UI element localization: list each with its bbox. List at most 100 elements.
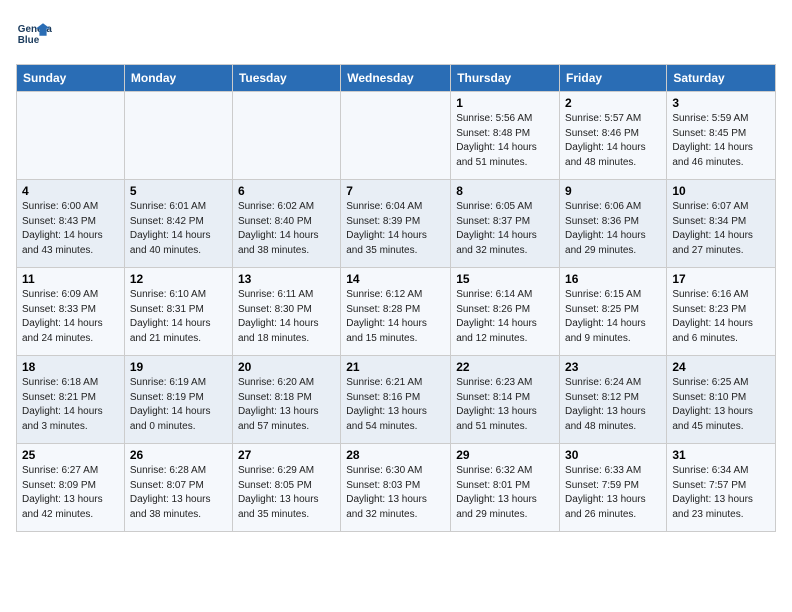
calendar-cell: 30 Sunrise: 6:33 AM Sunset: 7:59 PM Dayli… [560,444,667,532]
day-info: Sunrise: 6:12 AM Sunset: 8:28 PM Dayligh… [346,288,445,346]
day-info: Sunrise: 6:21 AM Sunset: 8:16 PM Dayligh… [346,376,445,434]
day-number: 30 [565,448,661,462]
day-number: 15 [456,272,554,286]
day-info: Sunrise: 6:25 AM Sunset: 8:10 PM Dayligh… [672,376,770,434]
day-number: 22 [456,360,554,374]
day-info: Sunrise: 6:07 AM Sunset: 8:34 PM Dayligh… [672,200,770,258]
calendar-cell: 21 Sunrise: 6:21 AM Sunset: 8:16 PM Dayli… [341,356,451,444]
day-info: Sunrise: 6:09 AM Sunset: 8:33 PM Dayligh… [22,288,119,346]
day-number: 17 [672,272,770,286]
day-number: 19 [130,360,227,374]
calendar-table: SundayMondayTuesdayWednesdayThursdayFrid… [16,64,776,532]
day-number: 10 [672,184,770,198]
calendar-cell: 26Sunrise: 6:28 AM Sunset: 8:07 PM Dayli… [124,444,232,532]
calendar-cell: 4Sunrise: 6:00 AM Sunset: 8:43 PM Daylig… [17,180,125,268]
day-info: Sunrise: 6:19 AM Sunset: 8:19 PM Dayligh… [130,376,227,434]
day-number: 18 [22,360,119,374]
day-number: 31 [672,448,770,462]
day-number: 28 [346,448,445,462]
day-info: Sunrise: 6:18 AM Sunset: 8:21 PM Dayligh… [22,376,119,434]
col-header-sunday: Sunday [17,65,125,92]
col-header-thursday: Thursday [451,65,560,92]
calendar-cell: 22 Sunrise: 6:23 AM Sunset: 8:14 PM Dayli… [451,356,560,444]
calendar-cell [124,92,232,180]
day-number: 27 [238,448,335,462]
day-info: Sunrise: 6:30 AM Sunset: 8:03 PM Dayligh… [346,464,445,522]
logo: General Blue [16,16,52,52]
day-info: Sunrise: 6:20 AM Sunset: 8:18 PM Dayligh… [238,376,335,434]
day-info: Sunrise: 6:01 AM Sunset: 8:42 PM Dayligh… [130,200,227,258]
day-info: Sunrise: 6:05 AM Sunset: 8:37 PM Dayligh… [456,200,554,258]
calendar-week-row: 1Sunrise: 5:56 AM Sunset: 8:48 PM Daylig… [17,92,776,180]
day-info: Sunrise: 6:33 AM Sunset: 7:59 PM Dayligh… [565,464,661,522]
calendar-cell: 17Sunrise: 6:16 AM Sunset: 8:23 PM Dayli… [667,268,776,356]
day-info: Sunrise: 6:15 AM Sunset: 8:25 PM Dayligh… [565,288,661,346]
calendar-cell: 12 Sunrise: 6:10 AM Sunset: 8:31 PM Dayli… [124,268,232,356]
day-number: 14 [346,272,445,286]
calendar-cell [232,92,340,180]
calendar-cell: 2Sunrise: 5:57 AM Sunset: 8:46 PM Daylig… [560,92,667,180]
day-number: 5 [130,184,227,198]
day-number: 6 [238,184,335,198]
calendar-cell: 6 Sunrise: 6:02 AM Sunset: 8:40 PM Daylig… [232,180,340,268]
day-info: Sunrise: 6:34 AM Sunset: 7:57 PM Dayligh… [672,464,770,522]
calendar-cell: 14 Sunrise: 6:12 AM Sunset: 8:28 PM Dayli… [341,268,451,356]
day-info: Sunrise: 5:57 AM Sunset: 8:46 PM Dayligh… [565,112,661,170]
calendar-cell: 13 Sunrise: 6:11 AM Sunset: 8:30 PM Dayli… [232,268,340,356]
calendar-cell: 16 Sunrise: 6:15 AM Sunset: 8:25 PM Dayli… [560,268,667,356]
day-info: Sunrise: 6:04 AM Sunset: 8:39 PM Dayligh… [346,200,445,258]
calendar-cell: 19 Sunrise: 6:19 AM Sunset: 8:19 PM Dayli… [124,356,232,444]
calendar-cell: 27 Sunrise: 6:29 AM Sunset: 8:05 PM Dayli… [232,444,340,532]
svg-text:Blue: Blue [18,35,40,46]
day-info: Sunrise: 6:23 AM Sunset: 8:14 PM Dayligh… [456,376,554,434]
svg-text:General: General [18,24,52,35]
calendar-header-row: SundayMondayTuesdayWednesdayThursdayFrid… [17,65,776,92]
day-number: 23 [565,360,661,374]
day-number: 20 [238,360,335,374]
day-number: 29 [456,448,554,462]
day-number: 7 [346,184,445,198]
calendar-cell [17,92,125,180]
day-info: Sunrise: 6:06 AM Sunset: 8:36 PM Dayligh… [565,200,661,258]
day-info: Sunrise: 6:14 AM Sunset: 8:26 PM Dayligh… [456,288,554,346]
calendar-cell: 24 Sunrise: 6:25 AM Sunset: 8:10 PM Dayli… [667,356,776,444]
calendar-cell: 25 Sunrise: 6:27 AM Sunset: 8:09 PM Dayli… [17,444,125,532]
day-number: 11 [22,272,119,286]
day-number: 25 [22,448,119,462]
day-number: 12 [130,272,227,286]
day-number: 8 [456,184,554,198]
calendar-cell: 20 Sunrise: 6:20 AM Sunset: 8:18 PM Dayli… [232,356,340,444]
calendar-cell: 9 Sunrise: 6:06 AM Sunset: 8:36 PM Daylig… [560,180,667,268]
calendar-cell: 5 Sunrise: 6:01 AM Sunset: 8:42 PM Daylig… [124,180,232,268]
day-info: Sunrise: 6:10 AM Sunset: 8:31 PM Dayligh… [130,288,227,346]
day-info: Sunrise: 6:02 AM Sunset: 8:40 PM Dayligh… [238,200,335,258]
day-info: Sunrise: 6:27 AM Sunset: 8:09 PM Dayligh… [22,464,119,522]
col-header-saturday: Saturday [667,65,776,92]
calendar-header: General Blue [16,16,776,52]
calendar-cell: 11 Sunrise: 6:09 AM Sunset: 8:33 PM Dayli… [17,268,125,356]
calendar-cell: 15 Sunrise: 6:14 AM Sunset: 8:26 PM Dayli… [451,268,560,356]
logo-icon: General Blue [16,16,52,52]
day-number: 9 [565,184,661,198]
day-info: Sunrise: 6:00 AM Sunset: 8:43 PM Dayligh… [22,200,119,258]
calendar-cell: 7 Sunrise: 6:04 AM Sunset: 8:39 PM Daylig… [341,180,451,268]
day-info: Sunrise: 6:32 AM Sunset: 8:01 PM Dayligh… [456,464,554,522]
day-number: 24 [672,360,770,374]
calendar-cell: 23Sunrise: 6:24 AM Sunset: 8:12 PM Dayli… [560,356,667,444]
day-info: Sunrise: 6:29 AM Sunset: 8:05 PM Dayligh… [238,464,335,522]
calendar-cell: 28 Sunrise: 6:30 AM Sunset: 8:03 PM Dayli… [341,444,451,532]
col-header-monday: Monday [124,65,232,92]
day-number: 21 [346,360,445,374]
col-header-tuesday: Tuesday [232,65,340,92]
calendar-cell: 3 Sunrise: 5:59 AM Sunset: 8:45 PM Daylig… [667,92,776,180]
calendar-cell [341,92,451,180]
day-number: 16 [565,272,661,286]
day-number: 3 [672,96,770,110]
calendar-week-row: 18 Sunrise: 6:18 AM Sunset: 8:21 PM Dayli… [17,356,776,444]
day-info: Sunrise: 5:59 AM Sunset: 8:45 PM Dayligh… [672,112,770,170]
day-info: Sunrise: 6:11 AM Sunset: 8:30 PM Dayligh… [238,288,335,346]
calendar-cell: 1Sunrise: 5:56 AM Sunset: 8:48 PM Daylig… [451,92,560,180]
col-header-wednesday: Wednesday [341,65,451,92]
day-number: 13 [238,272,335,286]
calendar-cell: 18 Sunrise: 6:18 AM Sunset: 8:21 PM Dayli… [17,356,125,444]
